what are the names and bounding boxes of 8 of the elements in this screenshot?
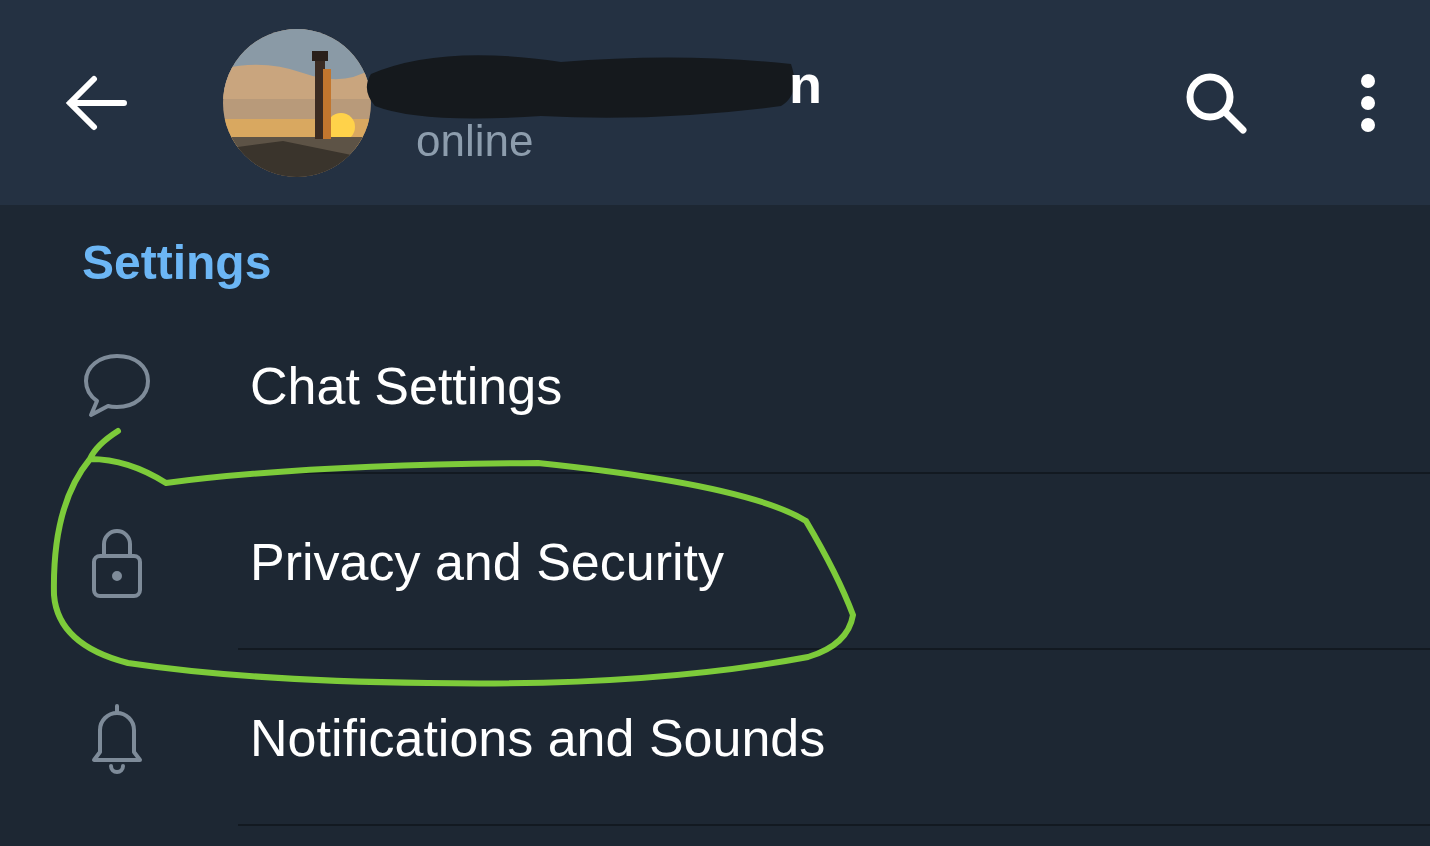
settings-item[interactable]: Privacy and Security: [0, 474, 1430, 650]
settings-item[interactable]: Notifications and Sounds: [0, 650, 1430, 826]
settings-item[interactable]: Chat Settings: [0, 298, 1430, 474]
online-status: online: [416, 115, 535, 166]
section-title: Settings: [81, 235, 273, 291]
more-menu-button[interactable]: [1358, 72, 1378, 133]
back-button[interactable]: [64, 74, 128, 131]
contact-name: n: [789, 52, 822, 115]
